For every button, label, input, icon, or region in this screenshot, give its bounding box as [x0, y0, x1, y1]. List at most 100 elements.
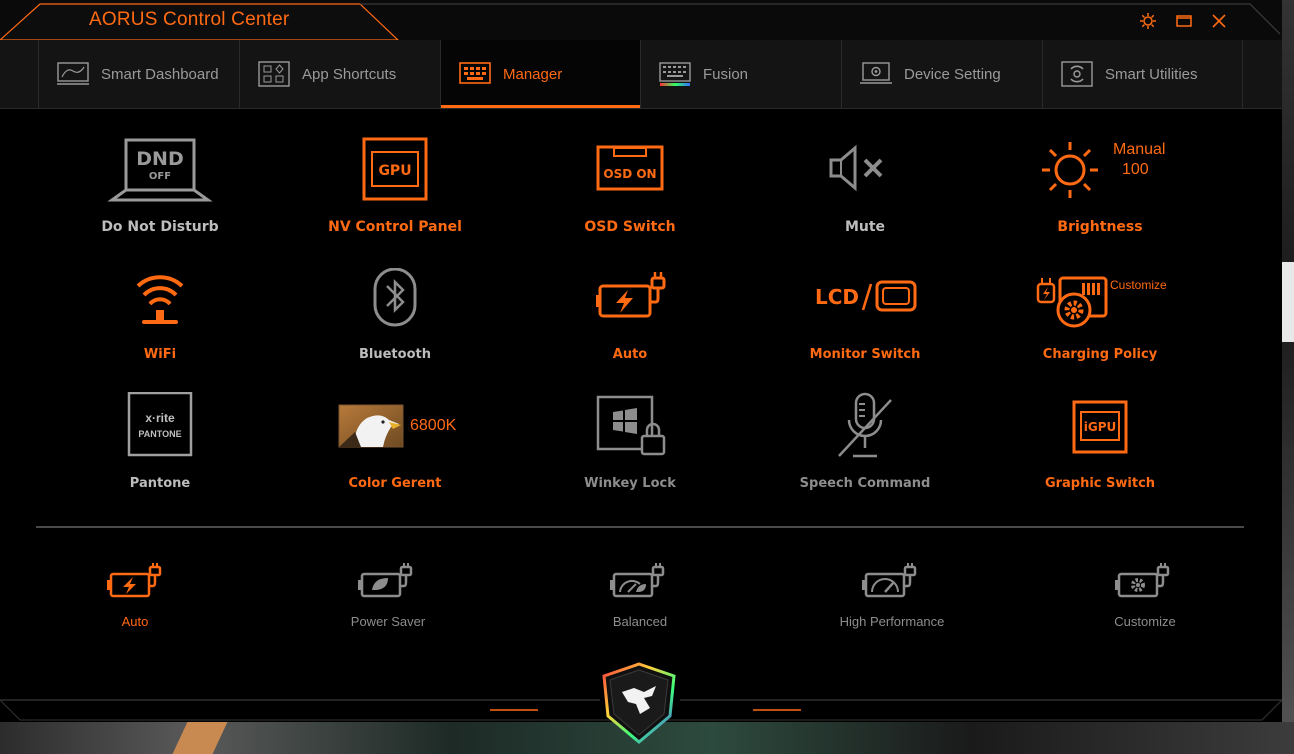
lcd-monitor-icon: LCD [815, 280, 917, 312]
dnd-icon-subtext: OFF [149, 171, 171, 182]
maximize-icon[interactable] [1175, 12, 1193, 30]
charging-policy-button[interactable]: Customize Charging Policy [1000, 268, 1200, 368]
tile-label: Graphic Switch [1044, 476, 1156, 491]
tab-smart-utilities[interactable]: Smart Utilities [1042, 40, 1243, 108]
dnd-laptop-icon: DND OFF [107, 138, 213, 202]
pantone-logo-icon: x·rite PANTONE [127, 392, 193, 457]
power-mode-label: Power Saver [350, 614, 426, 629]
igpu-chip-icon: iGPU [1072, 400, 1128, 454]
app-title: AORUS Control Center [89, 9, 290, 30]
gpu-chip-icon: GPU [362, 137, 428, 201]
battery-charge-icon [596, 272, 666, 318]
app-window: AORUS Control Center Smart Dashboard App… [0, 0, 1282, 722]
desktop-background-stripe [1282, 262, 1294, 342]
color-gerent-button[interactable]: 6800K Color Gerent [295, 392, 495, 496]
winkey-lock-button[interactable]: Winkey Lock [530, 392, 730, 496]
pantone-logo-top: x·rite [145, 411, 175, 425]
speed-gauge-icon [862, 563, 917, 598]
microphone-off-icon [838, 392, 892, 458]
gauge-leaf-icon [610, 563, 665, 598]
pantone-logo-bottom: PANTONE [138, 429, 181, 439]
tab-fusion[interactable]: Fusion [640, 40, 841, 108]
close-icon[interactable] [1210, 12, 1228, 30]
tile-label: WiFi [143, 347, 177, 362]
section-divider [36, 526, 1244, 528]
dashboard-icon [57, 62, 89, 85]
tile-label: Brightness [1057, 219, 1143, 235]
power-mode-customize[interactable]: Customize [1045, 562, 1245, 632]
charging-policy-badge: Customize [1110, 278, 1167, 292]
wifi-icon [136, 275, 184, 324]
osd-icon-text: OSD ON [603, 167, 656, 181]
power-mode-balanced[interactable]: Balanced [540, 562, 740, 632]
brightness-button[interactable]: Manual 100 Brightness [1000, 136, 1200, 240]
dnd-icon-text: DND [136, 148, 183, 170]
bluetooth-icon [373, 268, 417, 327]
title-bar: AORUS Control Center [0, 0, 1282, 40]
tab-app-shortcuts[interactable]: App Shortcuts [239, 40, 440, 108]
app-grid-icon [258, 61, 290, 87]
power-mode-high-performance[interactable]: High Performance [792, 562, 992, 632]
tab-label: Manager [503, 65, 563, 83]
tile-label: Do Not Disturb [101, 219, 219, 235]
desktop-background-stripe [1282, 0, 1294, 754]
tile-label: Speech Command [799, 476, 931, 491]
auto-power-button[interactable]: Auto [530, 268, 730, 368]
lcd-icon-text: LCD [815, 285, 859, 309]
sun-brightness-icon [1042, 142, 1098, 198]
gpu-icon-text: GPU [378, 163, 411, 179]
mute-button[interactable]: Mute [765, 136, 965, 240]
power-mode-label: Auto [121, 614, 149, 629]
tile-label: Charging Policy [1042, 347, 1158, 362]
bluetooth-button[interactable]: Bluetooth [295, 268, 495, 368]
utilities-icon [1061, 61, 1093, 87]
tab-smart-dashboard[interactable]: Smart Dashboard [38, 40, 239, 108]
tile-label: Bluetooth [359, 347, 431, 362]
aorus-eagle-logo-icon [602, 662, 676, 744]
eagle-photo-icon [338, 404, 404, 448]
nv-control-panel-button[interactable]: GPU NV Control Panel [295, 136, 495, 240]
tab-label: App Shortcuts [302, 65, 397, 83]
speech-command-button[interactable]: Speech Command [765, 392, 965, 496]
tab-device-setting[interactable]: Device Setting [841, 40, 1042, 108]
power-mode-auto[interactable]: Auto [35, 562, 235, 632]
charging-policy-icon [1036, 276, 1108, 328]
power-mode-label: Balanced [612, 614, 668, 629]
main-tab-bar: Smart Dashboard App Shortcuts Manager Fu… [0, 40, 1282, 109]
tab-label: Device Setting [904, 65, 1001, 83]
power-mode-power-saver[interactable]: Power Saver [288, 562, 488, 632]
windows-lock-icon [596, 395, 666, 456]
do-not-disturb-button[interactable]: DND OFF Do Not Disturb [60, 136, 260, 240]
tile-label: Mute [844, 219, 886, 235]
tab-manager[interactable]: Manager [440, 40, 640, 108]
tile-label: Monitor Switch [809, 347, 921, 362]
graphic-switch-button[interactable]: iGPU Graphic Switch [1000, 392, 1200, 496]
settings-gear-icon[interactable] [1139, 12, 1157, 30]
tile-label: NV Control Panel [328, 219, 462, 235]
tile-label: Winkey Lock [584, 476, 676, 491]
power-mode-label: Customize [1114, 614, 1176, 629]
battery-leaf-icon [358, 563, 413, 598]
tile-label: OSD Switch [584, 219, 676, 235]
tab-label: Smart Utilities [1105, 65, 1198, 83]
pantone-button[interactable]: x·rite PANTONE Pantone [60, 392, 260, 496]
power-mode-label: High Performance [839, 614, 945, 629]
monitor-switch-button[interactable]: LCD Monitor Switch [765, 268, 965, 368]
tab-label: Fusion [703, 65, 749, 83]
brightness-mode-text: Manual [1113, 141, 1166, 158]
osd-monitor-icon: OSD ON [596, 145, 664, 191]
manager-keyboard-icon [459, 62, 491, 84]
tile-label: Auto [612, 347, 648, 362]
osd-switch-button[interactable]: OSD ON OSD Switch [530, 136, 730, 240]
battery-charge-icon [107, 563, 162, 598]
igpu-icon-text: iGPU [1084, 420, 1117, 434]
tab-label: Smart Dashboard [101, 65, 219, 83]
color-temperature-value: 6800K [410, 417, 457, 434]
tile-label: Pantone [129, 476, 191, 491]
speaker-mute-icon [829, 144, 883, 192]
brightness-value-text: 100 [1122, 161, 1149, 178]
wifi-button[interactable]: WiFi [60, 268, 260, 368]
laptop-gear-icon [860, 62, 892, 84]
battery-gear-icon [1115, 563, 1170, 598]
tile-label: Color Gerent [348, 476, 442, 491]
